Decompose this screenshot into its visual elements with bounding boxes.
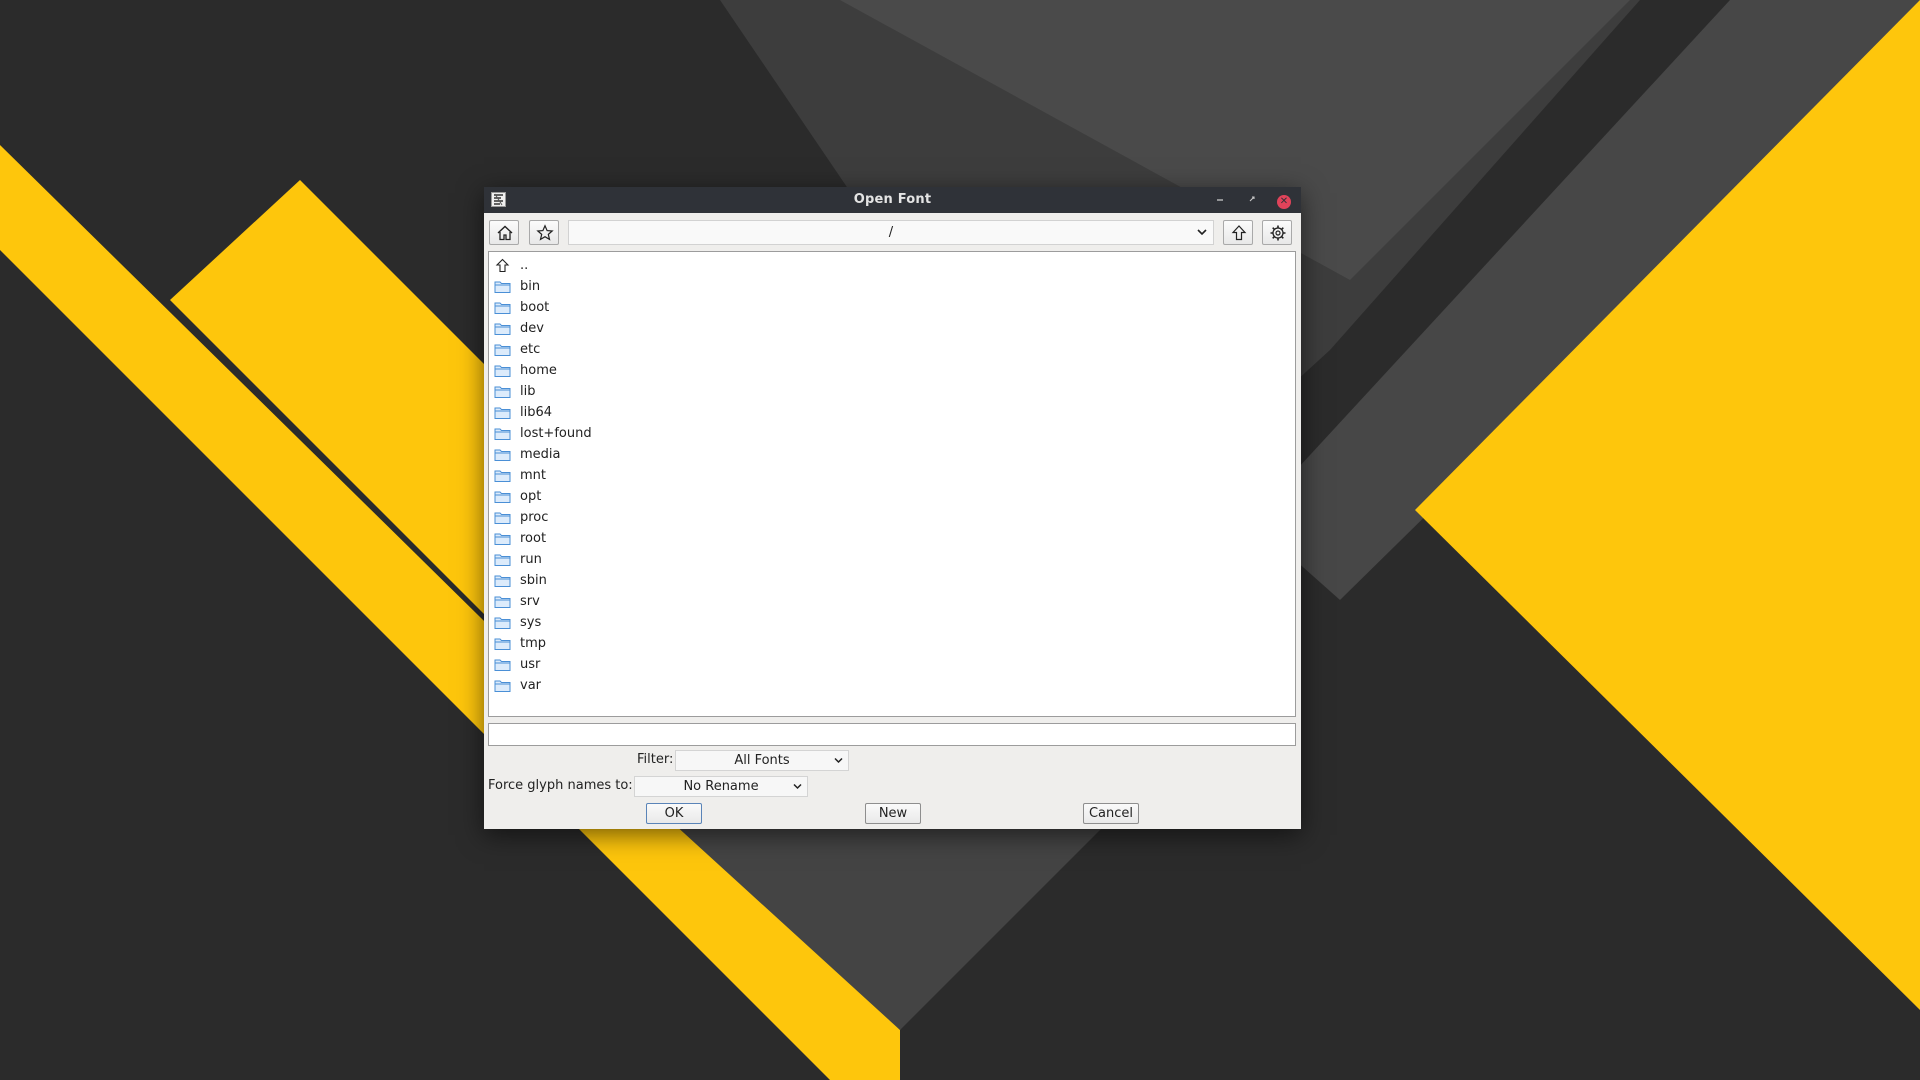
list-item[interactable]: etc [489,339,1289,360]
list-item-label: boot [520,300,550,315]
filter-selected-value: All Fonts [734,753,790,768]
star-icon [536,224,554,241]
folder-icon [494,323,511,335]
settings-button[interactable] [1262,220,1292,245]
folder-icon [494,512,511,524]
folder-icon [494,596,511,608]
open-font-dialog: Open Font ✕ / .. bin boot dev etc home l… [484,187,1301,829]
up-arrow-icon [495,258,510,273]
close-button[interactable]: ✕ [1274,190,1294,210]
list-item[interactable]: bin [489,276,1289,297]
folder-icon [494,533,511,545]
list-item-label: dev [520,321,544,336]
current-path: / [888,225,894,240]
list-item-label: lib [520,384,536,399]
list-item[interactable]: opt [489,486,1289,507]
close-icon: ✕ [1277,195,1291,209]
list-item-label: proc [520,510,549,525]
list-item[interactable]: run [489,549,1289,570]
folder-icon [494,344,511,356]
folder-icon [494,575,511,587]
list-item[interactable]: sbin [489,570,1289,591]
list-item-label: tmp [520,636,547,651]
glyph-names-select[interactable]: No Rename [634,776,808,797]
parent-directory-button[interactable] [1223,220,1253,245]
folder-icon [494,449,511,461]
list-item[interactable]: .. [489,255,1289,276]
list-item[interactable]: srv [489,591,1289,612]
new-button[interactable]: New [865,803,921,824]
folder-icon [494,617,511,629]
path-selector[interactable]: / [568,220,1214,245]
list-item-label: lost+found [520,426,592,441]
list-item-label: srv [520,594,540,609]
list-item-label: var [520,678,542,693]
folder-icon [494,470,511,482]
folder-icon [494,428,511,440]
list-item-label: etc [520,342,541,357]
chevron-down-icon [1197,229,1207,236]
list-item[interactable]: usr [489,654,1289,675]
list-item-label: .. [520,258,529,273]
maximize-icon [1249,196,1255,202]
list-item-label: media [520,447,561,462]
list-item[interactable]: var [489,675,1289,696]
list-item[interactable]: tmp [489,633,1289,654]
list-item[interactable]: lib64 [489,402,1289,423]
list-item-label: mnt [520,468,546,483]
minimize-icon [1217,199,1223,201]
folder-icon [494,554,511,566]
folder-icon [494,386,511,398]
filter-select[interactable]: All Fonts [675,750,849,771]
list-item-label: root [520,531,547,546]
folder-icon [494,365,511,377]
list-item[interactable]: boot [489,297,1289,318]
gear-icon [1270,225,1286,241]
chevron-down-icon [793,783,802,790]
up-arrow-icon [1231,225,1247,241]
list-item-label: sys [520,615,542,630]
list-item[interactable]: home [489,360,1289,381]
list-item-label: bin [520,279,541,294]
list-item-label: usr [520,657,541,672]
ok-button[interactable]: OK [646,803,702,824]
file-list[interactable]: .. bin boot dev etc home lib lib64 lost+found med… [488,251,1296,717]
list-item-label: opt [520,489,542,504]
list-item[interactable]: dev [489,318,1289,339]
filename-input[interactable] [488,723,1296,746]
folder-icon [494,407,511,419]
glyph-names-selected-value: No Rename [683,779,759,794]
filter-label: Filter: [637,752,674,767]
cancel-button[interactable]: Cancel [1083,803,1139,824]
list-item[interactable]: proc [489,507,1289,528]
home-icon [497,225,513,241]
list-item[interactable]: mnt [489,465,1289,486]
window-title: Open Font [853,192,932,207]
list-item[interactable]: media [489,444,1289,465]
desktop: Open Font ✕ / .. bin boot dev etc home l… [0,0,1920,1080]
folder-icon [494,491,511,503]
folder-icon [494,281,511,293]
minimize-button[interactable] [1210,190,1230,210]
folder-icon [494,659,511,671]
list-item-label: sbin [520,573,547,588]
list-item[interactable]: lib [489,381,1289,402]
list-item[interactable]: lost+found [489,423,1289,444]
folder-icon [494,680,511,692]
list-item-label: home [520,363,557,378]
list-item[interactable]: root [489,528,1289,549]
titlebar[interactable]: Open Font ✕ [484,187,1301,213]
list-item-label: run [520,552,542,567]
chevron-down-icon [834,757,843,764]
bookmarks-button[interactable] [529,220,559,245]
glyph-names-label: Force glyph names to: [488,778,633,793]
maximize-button[interactable] [1242,190,1262,210]
home-button[interactable] [489,220,519,245]
folder-icon [494,302,511,314]
folder-icon [494,638,511,650]
list-item-label: lib64 [520,405,553,420]
list-item[interactable]: sys [489,612,1289,633]
